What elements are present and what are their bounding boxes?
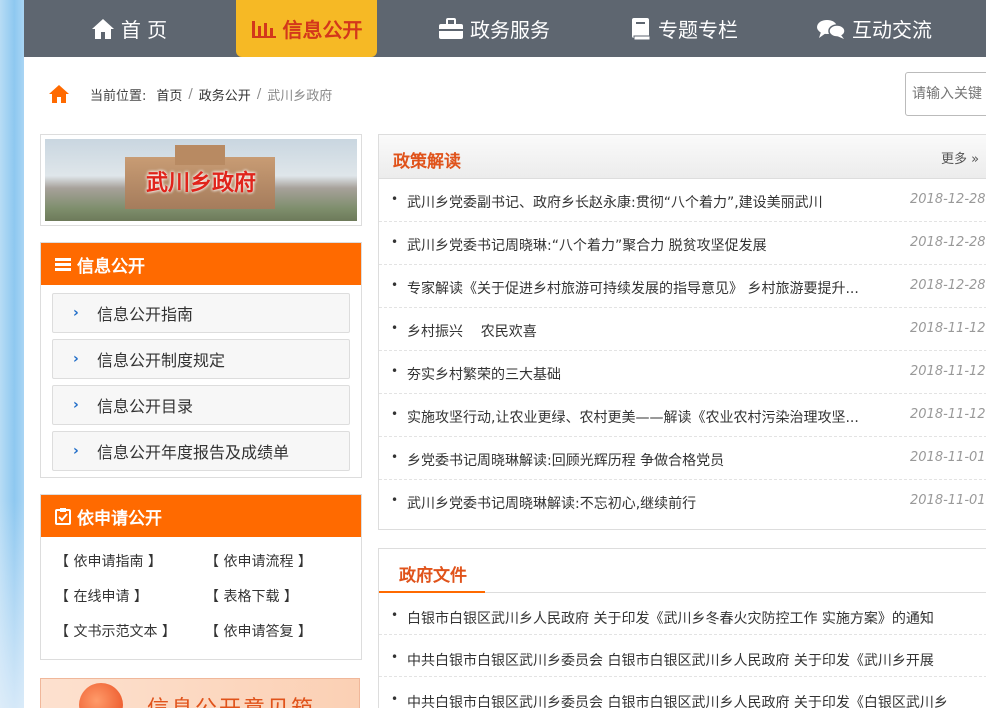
list-item[interactable]: • 专家解读《关于促进乡村旅游可持续发展的指导意见》 乡村旅游要提升... 2018… xyxy=(379,265,986,308)
banner-image: 武川乡政府 xyxy=(45,139,357,221)
item-date: 2018-11-12 xyxy=(910,364,986,379)
list-item[interactable]: • 乡村振兴 农民欢喜 2018-11-12 xyxy=(379,308,986,351)
breadcrumb-current: 武川乡政府 xyxy=(267,88,333,104)
link-apply-guide[interactable]: 【 依申请指南 】 xyxy=(55,551,205,571)
nav-label: 信息公开 xyxy=(282,18,363,42)
list-item[interactable]: • 中共白银市白银区武川乡委员会 白银市白银区武川乡人民政府 关于印发《武川乡开展 xyxy=(379,635,986,677)
panel-header: 信息公开 xyxy=(41,243,361,285)
breadcrumb-gov-public[interactable]: 政务公开 xyxy=(199,85,251,104)
more-link[interactable]: 更多 » xyxy=(941,148,979,167)
nav-gov-services[interactable]: 政务服务 xyxy=(424,0,564,57)
nav-label: 政务服务 xyxy=(470,18,550,42)
item-title[interactable]: 实施攻坚行动,让农业更绿、农村更美——解读《农业农村污染治理攻坚... xyxy=(407,407,903,427)
list-item[interactable]: • 实施攻坚行动,让农业更绿、农村更美——解读《农业农村污染治理攻坚... 2018… xyxy=(379,394,986,437)
policy-interpretation-panel: 政策解读 更多 » • 武川乡党委副书记、政府乡长赵永康:贯彻“八个着力”,建设美… xyxy=(378,134,986,530)
feedback-mailbox-banner[interactable]: 信息公开意见箱 xyxy=(40,678,360,708)
nav-label: 专题专栏 xyxy=(658,18,738,42)
link-label: 信息公开目录 xyxy=(97,397,194,416)
building-tower xyxy=(175,145,225,165)
gov-documents-panel: 政府文件 • 白银市白银区武川乡人民政府 关于印发《武川乡冬春火灾防控工作 实施方… xyxy=(378,548,986,708)
item-title[interactable]: 中共白银市白银区武川乡委员会 白银市白银区武川乡人民政府 关于印发《白银区武川乡 xyxy=(407,692,948,708)
item-date: 2018-12-28 xyxy=(910,278,986,293)
link-online-apply[interactable]: 【 在线申请 】 xyxy=(55,586,205,606)
item-date: 2018-11-12 xyxy=(910,407,986,422)
item-title[interactable]: 武川乡党委书记周晓琳:“八个着力”聚合力 脱贫攻坚促发展 xyxy=(407,235,903,255)
nav-special-topics[interactable]: 专题专栏 xyxy=(614,0,754,57)
panel-title: 信息公开 xyxy=(77,256,145,277)
panel-title: 依申请公开 xyxy=(77,508,162,529)
link-info-annual-report[interactable]: › 信息公开年度报告及成绩单 xyxy=(52,431,350,471)
panel-title: 政府文件 xyxy=(399,566,467,586)
breadcrumb-home[interactable]: 首页 xyxy=(156,85,182,104)
apply-public-panel: 依申请公开 【 依申请指南 】 【 依申请流程 】 【 在线申请 】 【 表格下… xyxy=(40,494,362,660)
nav-interaction[interactable]: 互动交流 xyxy=(804,0,944,57)
home-icon[interactable] xyxy=(48,84,70,104)
list-item[interactable]: • 武川乡党委书记周晓琳:“八个着力”聚合力 脱贫攻坚促发展 2018-12-28 xyxy=(379,222,986,265)
item-date: 2018-11-12 xyxy=(910,321,986,336)
list-item[interactable]: • 白银市白银区武川乡人民政府 关于印发《武川乡冬春火灾防控工作 实施方案》的通知 xyxy=(379,593,986,635)
list-item[interactable]: • 武川乡党委书记周晓琳解读:不忘初心,继续前行 2018-11-01 xyxy=(379,480,986,523)
nav-label: 互动交流 xyxy=(852,18,932,42)
item-date: 2018-11-01 xyxy=(910,493,986,508)
item-title[interactable]: 夯实乡村繁荣的三大基础 xyxy=(407,364,903,384)
item-title[interactable]: 武川乡党委副书记、政府乡长赵永康:贯彻“八个着力”,建设美丽武川 xyxy=(407,192,903,212)
info-public-panel: 信息公开 › 信息公开指南 › 信息公开制度规定 › 信息公开目录 › 信息公开年度报告… xyxy=(40,242,362,478)
chat-icon xyxy=(817,19,846,39)
nav-home[interactable]: 首 页 xyxy=(64,0,194,57)
link-sample-documents[interactable]: 【 文书示范文本 】 xyxy=(55,621,205,641)
clipboard-check-icon xyxy=(55,508,71,525)
nav-info-public[interactable]: 信息公开 xyxy=(236,0,377,57)
link-apply-process[interactable]: 【 依申请流程 】 xyxy=(205,551,355,571)
book-icon xyxy=(632,17,651,40)
chevron-right-icon: › xyxy=(73,305,79,321)
link-info-guide[interactable]: › 信息公开指南 xyxy=(52,293,350,333)
item-date: 2018-11-01 xyxy=(910,450,986,465)
item-title[interactable]: 武川乡党委书记周晓琳解读:不忘初心,继续前行 xyxy=(407,493,903,513)
link-apply-reply[interactable]: 【 依申请答复 】 xyxy=(205,621,355,641)
item-title[interactable]: 专家解读《关于促进乡村旅游可持续发展的指导意见》 乡村旅游要提升... xyxy=(407,278,903,298)
chevron-right-icon: › xyxy=(73,397,79,413)
breadcrumb-separator: / xyxy=(188,86,193,102)
panel-header: 依申请公开 xyxy=(41,495,361,537)
bar-chart-icon xyxy=(251,20,276,38)
link-label: 信息公开年度报告及成绩单 xyxy=(97,443,290,462)
item-title[interactable]: 白银市白银区武川乡人民政府 关于印发《武川乡冬春火灾防控工作 实施方案》的通知 xyxy=(407,608,934,628)
list-item[interactable]: • 夯实乡村繁荣的三大基础 2018-11-12 xyxy=(379,351,986,394)
list-item[interactable]: • 乡党委书记周晓琳解读:回顾光辉历程 争做合格党员 2018-11-01 xyxy=(379,437,986,480)
list-item[interactable]: • 武川乡党委副书记、政府乡长赵永康:贯彻“八个着力”,建设美丽武川 2018-12… xyxy=(379,179,986,222)
link-info-rules[interactable]: › 信息公开制度规定 xyxy=(52,339,350,379)
township-banner[interactable]: 武川乡政府 xyxy=(40,134,362,226)
link-form-download[interactable]: 【 表格下载 】 xyxy=(205,586,355,606)
link-label: 信息公开制度规定 xyxy=(97,351,226,370)
item-date: 2018-12-28 xyxy=(910,235,986,250)
banner-title: 武川乡政府 xyxy=(145,171,256,196)
mailbox-icon xyxy=(79,683,123,708)
briefcase-icon xyxy=(439,17,463,39)
item-title[interactable]: 乡党委书记周晓琳解读:回顾光辉历程 争做合格党员 xyxy=(407,450,903,470)
item-date: 2018-12-28 xyxy=(910,192,986,207)
home-icon xyxy=(91,18,114,39)
item-title[interactable]: 乡村振兴 农民欢喜 xyxy=(407,321,903,341)
panel-header: 政府文件 xyxy=(379,549,986,593)
link-info-catalog[interactable]: › 信息公开目录 xyxy=(52,385,350,425)
feedback-label: 信息公开意见箱 xyxy=(147,691,315,708)
nav-label: 首 页 xyxy=(120,18,168,42)
list-item[interactable]: • 中共白银市白银区武川乡委员会 白银市白银区武川乡人民政府 关于印发《白银区武川… xyxy=(379,677,986,708)
panel-title: 政策解读 xyxy=(393,152,461,172)
main-nav: 首 页 信息公开 政务服务 专题专栏 互动交流 xyxy=(24,0,986,57)
chevron-right-icon: › xyxy=(73,351,79,367)
breadcrumb-separator: / xyxy=(256,86,262,102)
breadcrumb: 当前位置: 首页 / 政务公开 / 武川乡政府 xyxy=(48,84,332,104)
search-input[interactable] xyxy=(905,72,986,116)
page-background-fade xyxy=(0,500,24,708)
chevron-right-icon: › xyxy=(73,443,79,459)
breadcrumb-prefix: 当前位置: xyxy=(90,88,147,104)
list-icon xyxy=(55,258,71,271)
link-label: 信息公开指南 xyxy=(97,305,194,324)
panel-header: 政策解读 更多 » xyxy=(379,135,986,179)
item-title[interactable]: 中共白银市白银区武川乡委员会 白银市白银区武川乡人民政府 关于印发《武川乡开展 xyxy=(407,650,934,670)
